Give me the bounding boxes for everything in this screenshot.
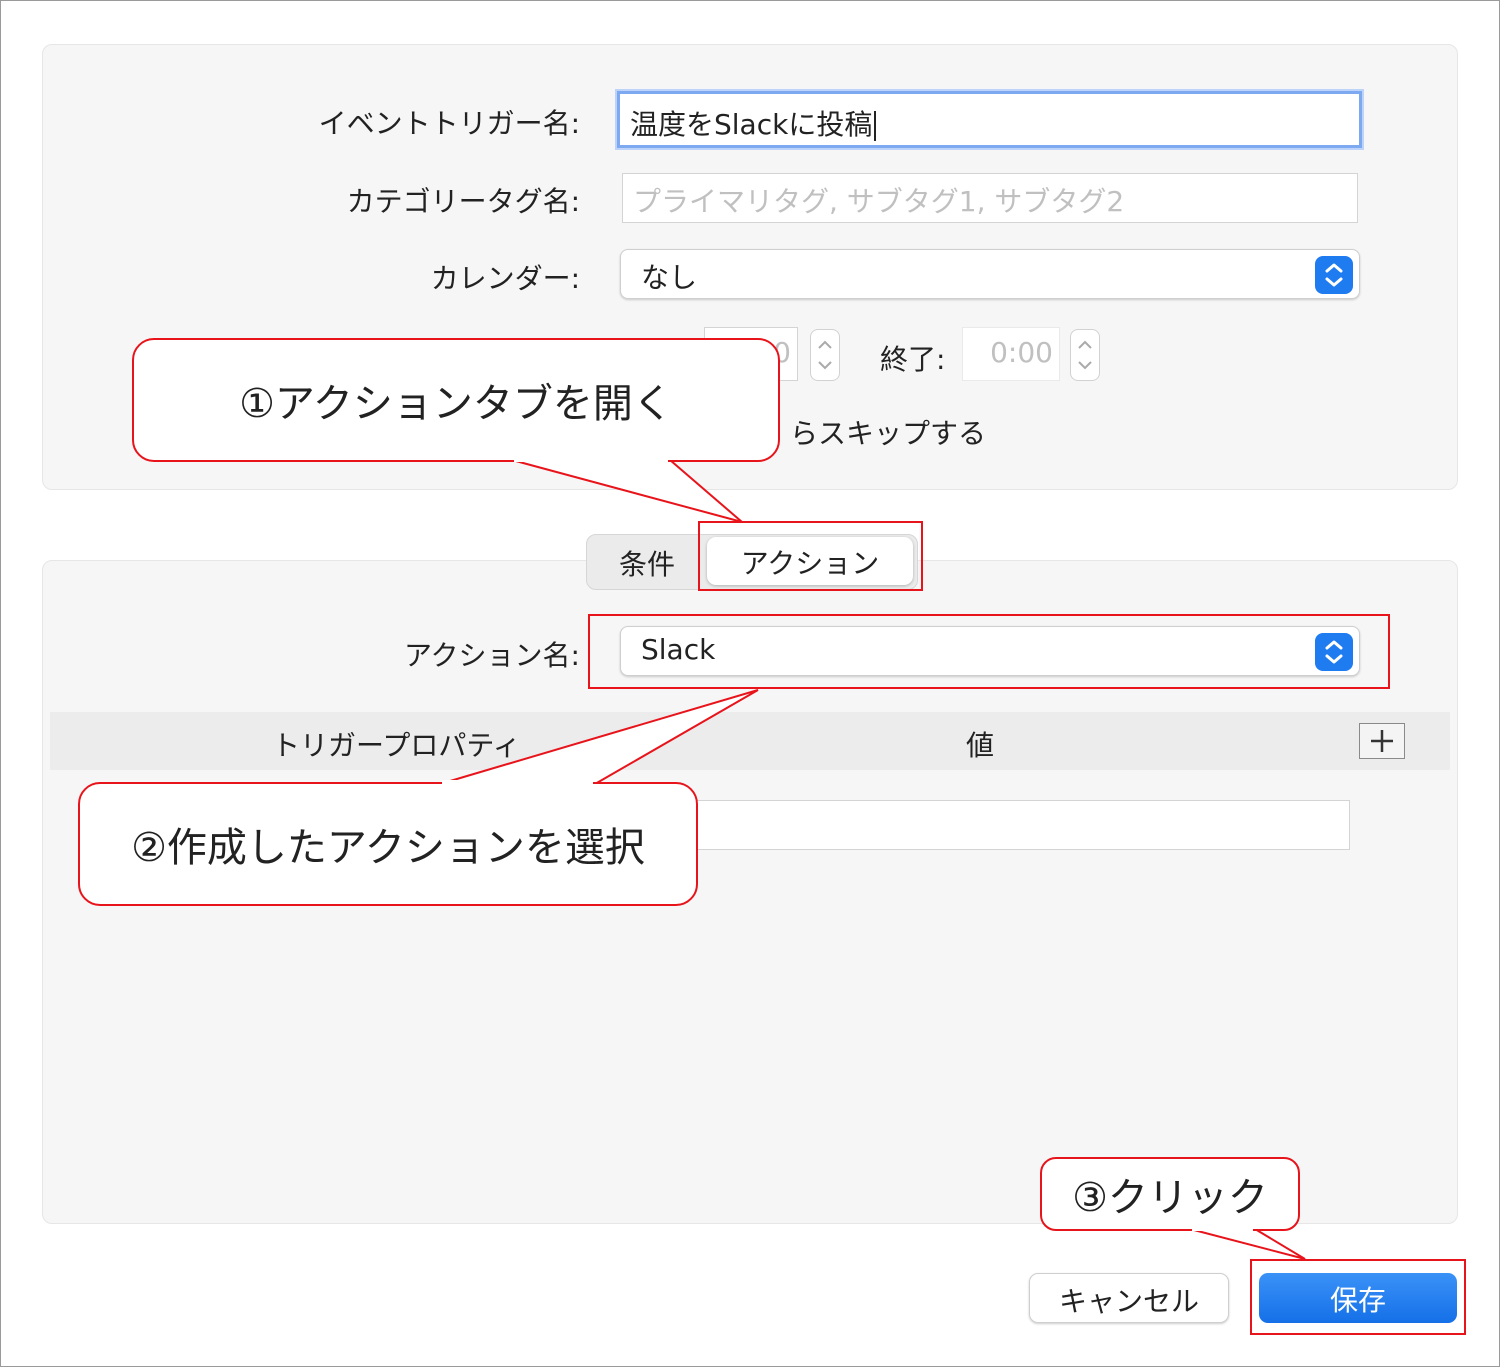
annotation-callout-open-action-tab: ①アクションタブを開く bbox=[132, 338, 780, 462]
callout-join-3 bbox=[1192, 1225, 1253, 1231]
callout-join-1 bbox=[514, 456, 668, 462]
annotation-callout-click: ③クリック bbox=[1040, 1157, 1300, 1231]
callout-join-2 bbox=[442, 780, 593, 786]
annotation-callout-select-action: ②作成したアクションを選択 bbox=[78, 782, 698, 906]
